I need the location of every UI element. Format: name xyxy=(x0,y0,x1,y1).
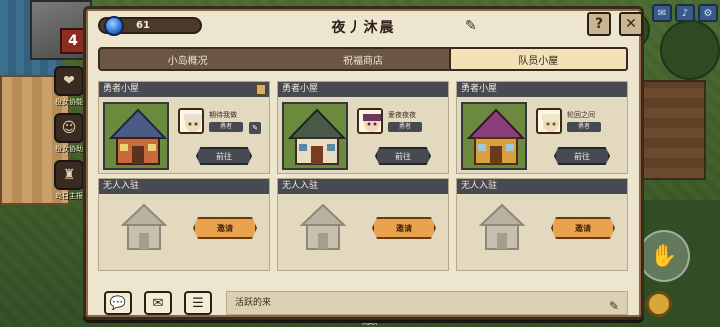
member-name: 轮回之间 xyxy=(567,111,595,119)
bottom-bar: 💬 ✉ ☰ 活跃的来 ✎ xyxy=(98,291,628,315)
report-icon[interactable]: ♜ xyxy=(54,160,84,190)
cabin-title: 勇者小屋 xyxy=(461,84,498,94)
goto-button[interactable]: 前往 xyxy=(375,147,431,165)
coin-icon[interactable] xyxy=(646,291,672,317)
right-hud: ✉ ♪ ⚙ xyxy=(652,4,718,22)
cabin-column: 勇者小屋 期待我做 勇者 ✎ 前往 无人入驻 邀请 xyxy=(98,81,270,271)
action-button[interactable]: ✋ xyxy=(638,230,690,282)
cabin-card: 勇者小屋 轮回之间 勇者 前往 xyxy=(456,81,628,174)
notes-icon[interactable]: ☰ xyxy=(184,291,212,315)
settings-icon[interactable]: ⚙ xyxy=(698,4,718,22)
avatar[interactable] xyxy=(357,108,383,134)
member-name: 爱夜夜夜 xyxy=(388,111,416,119)
house-image xyxy=(282,102,348,170)
cabin-header: 勇者小屋 xyxy=(457,82,627,97)
pencil-icon[interactable]: ✎ xyxy=(465,18,477,34)
cabin-column: 勇者小屋 轮回之间 勇者 前往 无人入驻 邀请 xyxy=(456,81,628,271)
goto-button[interactable]: 前往 xyxy=(554,147,610,165)
tab-blessing-shop[interactable]: 祝福商店 xyxy=(275,49,450,69)
panel-header: 61 夜丿沐晨 ✎ ? ✕ xyxy=(86,9,643,41)
member-name: 期待我做 xyxy=(209,111,237,119)
cabin-header: 勇者小屋 xyxy=(99,82,269,97)
house-image xyxy=(103,102,169,170)
invite-button[interactable]: 邀请 xyxy=(193,217,257,239)
empty-cabin-card: 无人入驻 邀请 xyxy=(456,178,628,271)
hud-label: 橙女协助 xyxy=(55,145,83,153)
tab-island-overview[interactable]: 小岛概况 xyxy=(100,49,275,69)
hud-label: 岛日主报 xyxy=(55,192,83,200)
role-badge: 勇者 xyxy=(388,122,422,132)
empty-house-icon xyxy=(300,203,346,250)
chat-icon[interactable]: 💬 xyxy=(104,291,132,315)
avatar[interactable] xyxy=(178,108,204,134)
max-label: MAX xyxy=(362,319,378,327)
island-title: 夜丿沐晨 xyxy=(331,20,396,36)
tree xyxy=(660,20,720,80)
cabin-card: 勇者小屋 爱夜夜夜 勇者 前往 xyxy=(277,81,449,174)
help-button[interactable]: ? xyxy=(587,12,611,36)
signature-text: 活跃的来 xyxy=(235,298,272,308)
island-panel: 61 夜丿沐晨 ✎ ? ✕ 小岛概况 祝福商店 队员小屋 勇者小屋 期待我做 勇… xyxy=(83,6,644,320)
empty-cabin-card: 无人入驻 邀请 xyxy=(277,178,449,271)
helper-icon[interactable]: ☺ xyxy=(54,113,84,143)
edit-icon[interactable]: ✎ xyxy=(249,122,261,134)
tab-member-cabins[interactable]: 队员小屋 xyxy=(448,47,628,71)
bookmark-icon[interactable] xyxy=(256,84,266,95)
heart-icon[interactable]: ❤ xyxy=(54,66,84,96)
invite-button[interactable]: 邀请 xyxy=(551,217,615,239)
avatar[interactable] xyxy=(536,108,562,134)
empty-cabin-header: 无人入驻 xyxy=(99,179,269,194)
invite-button[interactable]: 邀请 xyxy=(372,217,436,239)
empty-cabin-card: 无人入驻 邀请 xyxy=(98,178,270,271)
goto-button[interactable]: 前往 xyxy=(196,147,252,165)
cabin-title: 勇者小屋 xyxy=(103,84,140,94)
island-signature[interactable]: 活跃的来 ✎ xyxy=(226,291,628,315)
empty-house-icon xyxy=(121,203,167,250)
empty-cabin-header: 无人入驻 xyxy=(278,179,448,194)
mail-icon[interactable]: ✉ xyxy=(144,291,172,315)
house-image xyxy=(461,102,527,170)
pencil-icon[interactable]: ✎ xyxy=(609,295,619,317)
mail-icon[interactable]: ✉ xyxy=(652,4,672,22)
close-button[interactable]: ✕ xyxy=(619,12,643,36)
cabin-title: 勇者小屋 xyxy=(282,84,319,94)
role-badge: 勇者 xyxy=(567,122,601,132)
left-hud: 4 ❤ 橙女协能 ☺ 橙女协助 ♜ 岛日主报 xyxy=(52,28,86,201)
role-badge: 勇者 xyxy=(209,122,243,132)
empty-cabin-header: 无人入驻 xyxy=(457,179,627,194)
sound-icon[interactable]: ♪ xyxy=(675,4,695,22)
empty-house-icon xyxy=(479,203,525,250)
cabin-card: 勇者小屋 期待我做 勇者 ✎ 前往 xyxy=(98,81,270,174)
cabin-header: 勇者小屋 xyxy=(278,82,448,97)
tab-bar: 小岛概况 祝福商店 队员小屋 xyxy=(98,47,628,71)
cabin-column: 勇者小屋 爱夜夜夜 勇者 前往 无人入驻 邀请 xyxy=(277,81,449,271)
hud-label: 橙女协能 xyxy=(55,98,83,106)
